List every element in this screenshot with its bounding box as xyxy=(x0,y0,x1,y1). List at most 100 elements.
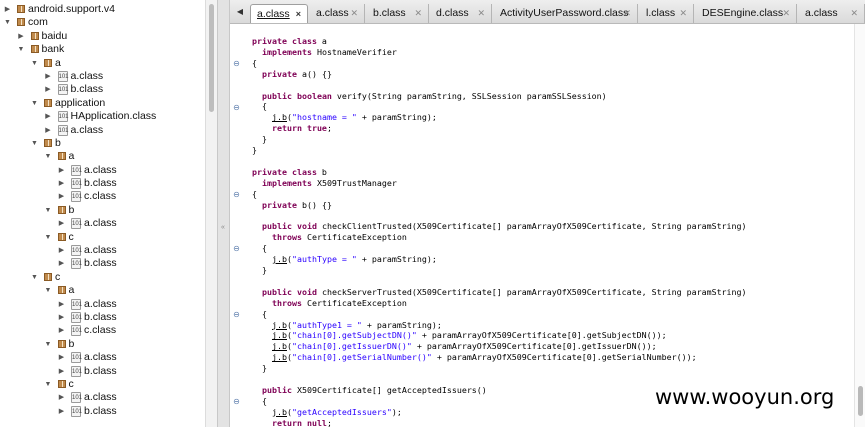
code-line[interactable]: throws CertificateException xyxy=(252,298,852,309)
code-line[interactable]: j.b("authType = " + paramString); xyxy=(252,254,852,265)
collapsed-arrow-icon[interactable]: ▶ xyxy=(44,70,53,83)
tree-item-package[interactable]: ▶ android.support.v4 xyxy=(0,3,205,16)
tree-item-package[interactable]: ▼ application xyxy=(0,97,205,110)
tree-item-class[interactable]: ▶ 101 b.class xyxy=(0,177,205,190)
tree-item-class[interactable]: ▶ 101 a.class xyxy=(0,70,205,83)
tree-item-class[interactable]: ▶ 101 a.class xyxy=(0,351,205,364)
code-line[interactable]: return true; xyxy=(252,123,852,134)
tab-close-icon[interactable]: ✕ xyxy=(623,4,631,23)
expanded-arrow-icon[interactable]: ▼ xyxy=(17,43,26,56)
collapsed-arrow-icon[interactable]: ▶ xyxy=(57,391,66,404)
code-line[interactable] xyxy=(252,276,852,287)
tab-close-icon[interactable]: ✕ xyxy=(782,4,790,23)
expanded-arrow-icon[interactable]: ▼ xyxy=(44,150,53,163)
tree-item-class[interactable]: ▶ 101 b.class xyxy=(0,405,205,418)
tree-scrollbar-thumb[interactable] xyxy=(209,4,214,112)
tab-list-left-arrow-icon[interactable]: ◀ xyxy=(234,6,246,18)
code-line[interactable]: j.b("chain[0].getSubjectDN()" + paramArr… xyxy=(252,330,852,341)
tree-item-class[interactable]: ▶ 101 a.class xyxy=(0,391,205,404)
tab-close-icon[interactable]: ✕ xyxy=(679,4,687,23)
tab-close-icon[interactable]: ✕ xyxy=(350,4,358,23)
collapsed-arrow-icon[interactable]: ▶ xyxy=(57,190,66,203)
code-line[interactable]: j.b("authType1 = " + paramString); xyxy=(252,320,852,331)
expanded-arrow-icon[interactable]: ▼ xyxy=(44,231,53,244)
tree-item-class[interactable]: ▶ 101 a.class xyxy=(0,164,205,177)
collapsed-arrow-icon[interactable]: ▶ xyxy=(57,217,66,230)
tab[interactable]: l.class ✕ xyxy=(640,4,694,23)
code-editor[interactable]: ⊖ ⊖ ⊖ ⊖ ⊖ ⊖ private class a implements Hostna… xyxy=(230,24,865,427)
code-line[interactable]: j.b("chain[0].getSerialNumber()" + param… xyxy=(252,352,852,363)
expanded-arrow-icon[interactable]: ▼ xyxy=(44,284,53,297)
tab-active[interactable]: a.class × xyxy=(250,4,308,23)
fold-collapse-icon[interactable]: ⊖ xyxy=(232,190,241,199)
collapsed-arrow-icon[interactable]: ▶ xyxy=(57,298,66,311)
tree-item-package[interactable]: ▼ com xyxy=(0,16,205,29)
collapsed-arrow-icon[interactable]: ▶ xyxy=(57,164,66,177)
tree-item-package[interactable]: ▼ b xyxy=(0,204,205,217)
collapsed-arrow-icon[interactable]: ▶ xyxy=(57,405,66,418)
tree-item-package[interactable]: ▼ a xyxy=(0,57,205,70)
code-line[interactable]: j.b("chain[0].getIssuerDN()" + paramArra… xyxy=(252,341,852,352)
code-line[interactable]: public void checkClientTrusted(X509Certi… xyxy=(252,221,852,232)
code-line[interactable]: private class a xyxy=(252,36,852,47)
tree-item-package[interactable]: ▼ b xyxy=(0,137,205,150)
code-line[interactable]: public boolean verify(String paramString… xyxy=(252,91,852,102)
code-line[interactable]: { xyxy=(252,243,852,254)
collapsed-arrow-icon[interactable]: ▶ xyxy=(57,365,66,378)
expanded-arrow-icon[interactable]: ▼ xyxy=(44,338,53,351)
tree-item-package[interactable]: ▼ c xyxy=(0,271,205,284)
code-line[interactable]: private a() {} xyxy=(252,69,852,80)
tree-item-class[interactable]: ▶ 101 b.class xyxy=(0,365,205,378)
tree-scrollbar[interactable] xyxy=(205,0,217,427)
tree-item-package[interactable]: ▼ c xyxy=(0,231,205,244)
collapsed-arrow-icon[interactable]: ▶ xyxy=(44,124,53,137)
tab-close-icon[interactable]: ✕ xyxy=(414,4,422,23)
code-line[interactable] xyxy=(252,156,852,167)
code-line[interactable]: { xyxy=(252,58,852,69)
collapsed-arrow-icon[interactable]: ▶ xyxy=(57,324,66,337)
tab-close-icon[interactable]: × xyxy=(296,5,301,23)
code-line[interactable]: public void checkServerTrusted(X509Certi… xyxy=(252,287,852,298)
tab[interactable]: a.class ✕ xyxy=(310,4,365,23)
tree-item-class[interactable]: ▶ 101 a.class xyxy=(0,244,205,257)
code-line[interactable] xyxy=(252,374,852,385)
fold-collapse-icon[interactable]: ⊖ xyxy=(232,59,241,68)
editor-scrollbar[interactable] xyxy=(854,24,865,427)
expanded-arrow-icon[interactable]: ▼ xyxy=(30,57,39,70)
code-line[interactable]: { xyxy=(252,101,852,112)
code-line[interactable]: { xyxy=(252,189,852,200)
code-line[interactable]: private class b xyxy=(252,167,852,178)
code-line[interactable] xyxy=(252,80,852,91)
tree-item-package[interactable]: ▶ baidu xyxy=(0,30,205,43)
expanded-arrow-icon[interactable]: ▼ xyxy=(30,97,39,110)
tab-close-icon[interactable]: ✕ xyxy=(850,4,858,23)
tab[interactable]: d.class ✕ xyxy=(430,4,492,23)
tab[interactable]: ActivityUserPassword.class ✕ xyxy=(494,4,638,23)
code-line[interactable]: return null; xyxy=(252,418,852,427)
tree-item-class[interactable]: ▶ 101 b.class xyxy=(0,311,205,324)
collapsed-arrow-icon[interactable]: ▶ xyxy=(57,351,66,364)
code-line[interactable]: j.b("hostname = " + paramString); xyxy=(252,112,852,123)
fold-collapse-icon[interactable]: ⊖ xyxy=(232,103,241,112)
tree-item-class[interactable]: ▶ 101 a.class xyxy=(0,298,205,311)
tab[interactable]: a.class ✕ xyxy=(799,4,865,23)
tree-item-class[interactable]: ▶ 101 b.class xyxy=(0,257,205,270)
tree-item-package[interactable]: ▼ b xyxy=(0,338,205,351)
expanded-arrow-icon[interactable]: ▼ xyxy=(44,204,53,217)
tree-item-class[interactable]: ▶ 101 c.class xyxy=(0,324,205,337)
collapsed-arrow-icon[interactable]: ▶ xyxy=(44,110,53,123)
collapsed-arrow-icon[interactable]: ▶ xyxy=(44,83,53,96)
code-line[interactable]: } xyxy=(252,134,852,145)
code-line[interactable]: implements X509TrustManager xyxy=(252,178,852,189)
code-line[interactable]: private b() {} xyxy=(252,200,852,211)
tree-item-class[interactable]: ▶ 101 b.class xyxy=(0,83,205,96)
expanded-arrow-icon[interactable]: ▼ xyxy=(30,271,39,284)
fold-collapse-icon[interactable]: ⊖ xyxy=(232,310,241,319)
collapsed-arrow-icon[interactable]: ▶ xyxy=(57,177,66,190)
tab[interactable]: b.class ✕ xyxy=(367,4,429,23)
code-line[interactable]: } xyxy=(252,265,852,276)
tree-item-class[interactable]: ▶ 101 c.class xyxy=(0,190,205,203)
collapsed-arrow-icon[interactable]: ▶ xyxy=(57,244,66,257)
code-area[interactable]: private class a implements HostnameVerif… xyxy=(252,36,852,427)
fold-collapse-icon[interactable]: ⊖ xyxy=(232,397,241,406)
